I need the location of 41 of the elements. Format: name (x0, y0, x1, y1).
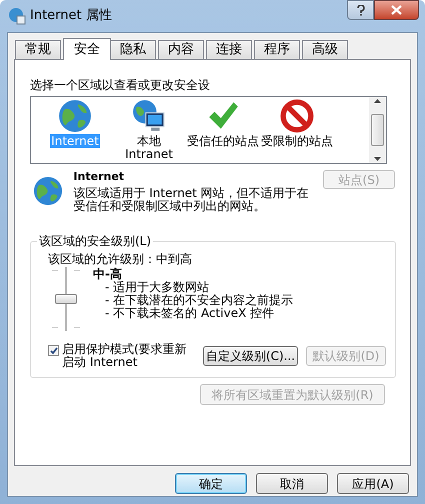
globe-icon (33, 176, 63, 206)
tab[interactable]: 常规 (15, 40, 61, 59)
ok-button[interactable]: 确定 (175, 473, 247, 494)
dialog-button[interactable]: 取消 (256, 473, 328, 494)
level-description-line: - 适用于大多数网站 (105, 281, 210, 294)
zone-prompt: 选择一个区域以查看或更改安全设 (30, 78, 211, 92)
tab[interactable]: 内容 (158, 40, 204, 59)
help-button[interactable] (347, 0, 374, 20)
zone-item[interactable]: 受信任的站点 (187, 135, 259, 148)
help-icon (356, 4, 364, 16)
tab[interactable]: 程序 (254, 40, 300, 59)
custom-level-button[interactable]: 自定义级别(C)... (203, 346, 298, 366)
tab[interactable]: 隐私 (110, 40, 156, 59)
up-arrow-icon (374, 99, 381, 103)
globe-monitor-icon (132, 99, 166, 133)
prohibited-icon (280, 99, 314, 133)
group-legend: 该区域的安全级别(L) (37, 234, 154, 248)
down-arrow-icon (374, 157, 381, 161)
checkbox[interactable] (48, 345, 59, 356)
tab[interactable]: 高级 (302, 40, 348, 59)
tab[interactable]: 连接 (206, 40, 252, 59)
level-name: 中-高 (93, 267, 123, 281)
scrollbar[interactable] (369, 97, 386, 163)
level-description-line: - 在下载潜在的不安全内容之前提示 (105, 294, 294, 307)
close-button[interactable] (374, 0, 419, 20)
tab[interactable]: 安全 (63, 38, 111, 60)
slider-thumb[interactable] (55, 294, 77, 304)
allowed-level-label: 该区域的允许级别：中到高 (48, 252, 193, 266)
zone-item[interactable]: 本地 Intranet (113, 135, 185, 161)
zone-title: Internet (73, 170, 126, 184)
level-description-line: - 不下载未签名的 ActiveX 控件 (105, 307, 276, 320)
dialog-button[interactable]: 应用(A) (337, 473, 409, 494)
scroll-thumb[interactable] (371, 114, 384, 146)
check-icon (50, 346, 58, 354)
zone-description: 该区域适用于 Internet 网站，但不适用于在受信任和受限制区域中列出的网站。 (73, 187, 310, 213)
zone-item[interactable]: 受限制的站点 (261, 135, 333, 148)
globe-icon (58, 99, 92, 133)
close-icon (391, 5, 402, 15)
protected-mode-label: 启用保护模式(要求重新启动 Internet (62, 343, 188, 369)
app-icon (8, 7, 26, 25)
window-title: Internet 属性 (30, 7, 112, 26)
